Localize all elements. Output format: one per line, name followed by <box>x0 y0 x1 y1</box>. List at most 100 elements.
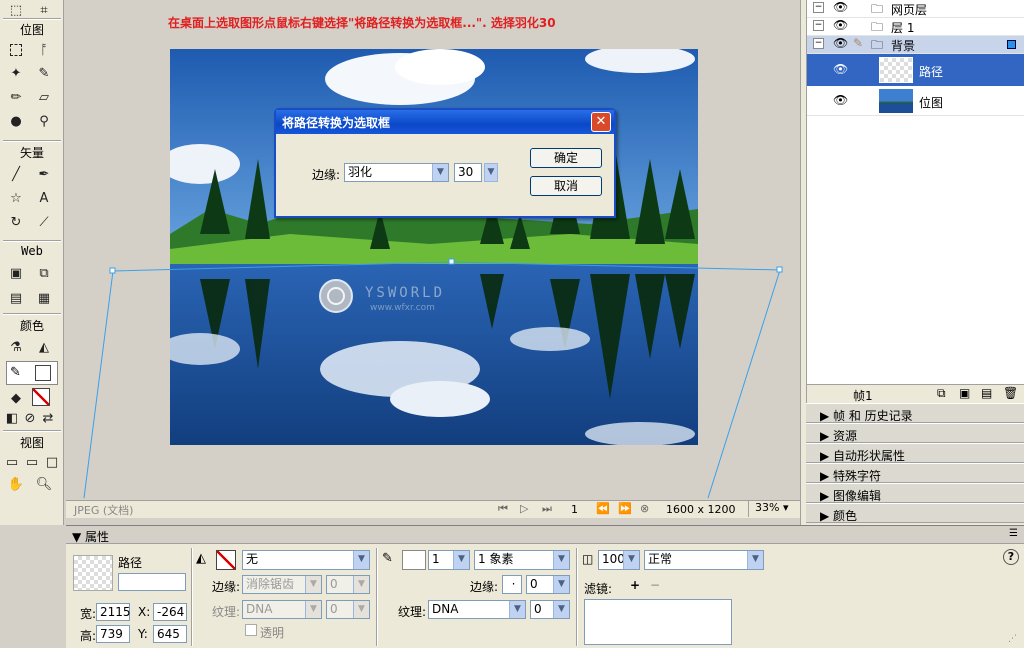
fill-color-swatch[interactable] <box>216 550 236 570</box>
rubber-stamp-icon[interactable]: ⚲ <box>34 111 54 131</box>
panel-special-chars[interactable]: ▶ 特殊字符 <box>806 463 1024 483</box>
edge-select[interactable]: 羽化 ▼ <box>344 163 449 182</box>
cancel-button[interactable]: 取消 <box>530 176 602 196</box>
opacity-input[interactable]: 100 ▼ <box>598 550 640 570</box>
collapse-icon[interactable]: − <box>813 20 824 31</box>
full-menu-mode-icon[interactable]: ▭ <box>22 452 42 472</box>
knife-tool-icon[interactable]: ⟋ <box>34 212 54 232</box>
crop-tool-icon[interactable]: ⌗ <box>34 0 54 20</box>
fill-none-swatch[interactable] <box>32 388 50 406</box>
brush-tool-icon[interactable]: ✎ <box>34 63 54 83</box>
eye-icon[interactable]: 👁︎ <box>833 62 848 76</box>
paint-bucket-icon[interactable]: ◭ <box>34 337 54 357</box>
panel-image-edit[interactable]: ▶ 图像编辑 <box>806 483 1024 503</box>
new-layer-icon[interactable]: ▣ <box>959 386 970 400</box>
ok-button[interactable]: 确定 <box>530 148 602 168</box>
expand-arrow-icon: ▶ <box>820 489 834 503</box>
stroke-color-swatch[interactable] <box>402 550 426 570</box>
fill-texture-amount[interactable]: 0 ▼ <box>326 600 370 619</box>
edit-pencil-icon[interactable]: ✎ <box>853 36 863 50</box>
panel-color[interactable]: ▶ 颜色 <box>806 503 1024 523</box>
fill-edge-select[interactable]: 消除锯齿 ▼ <box>242 575 322 594</box>
zoom-select[interactable]: 33% ▾ <box>748 501 796 517</box>
panel-options-icon[interactable]: ☰ <box>1009 528 1018 539</box>
dialog-close-icon[interactable]: ✕ <box>591 112 611 132</box>
fill-type-select[interactable]: 无 ▼ <box>242 550 370 570</box>
next-frame-icon[interactable]: ⏩ <box>618 502 632 515</box>
freeform-tool-icon[interactable]: ↻ <box>6 212 26 232</box>
new-sublayer-icon[interactable]: ⧉ <box>937 386 946 401</box>
stroke-type-select[interactable]: 1 象素 ▼ <box>474 550 570 570</box>
feather-amount-input[interactable]: 30 <box>454 163 482 182</box>
subselect-tool-icon[interactable]: ⬚ <box>6 0 26 20</box>
blend-mode-select[interactable]: 正常 ▼ <box>644 550 764 570</box>
collapse-icon[interactable]: − <box>813 2 824 13</box>
feather-amount-chevron-icon[interactable]: ▼ <box>484 163 498 182</box>
add-filter-icon[interactable]: + <box>630 578 640 592</box>
fill-bucket-icon[interactable]: ◆ <box>6 388 26 408</box>
star-shape-icon[interactable]: ☆ <box>6 188 26 208</box>
trash-icon[interactable]: 🗑︎ <box>1003 386 1018 400</box>
eye-icon[interactable]: 👁︎ <box>833 0 848 14</box>
panel-autoshape[interactable]: ▶ 自动形状属性 <box>806 443 1024 463</box>
properties-header[interactable]: ▼ 属性 <box>66 526 1024 544</box>
width-input[interactable]: 2115 <box>96 603 131 621</box>
stroke-color-box[interactable] <box>35 365 51 381</box>
hide-slices-icon[interactable]: ▤ <box>6 288 26 308</box>
no-color-icon[interactable]: ⊘ <box>22 408 38 428</box>
object-row-bitmap[interactable]: 👁︎ 位图 <box>807 86 1024 116</box>
play-icon[interactable]: ▷ <box>520 502 528 515</box>
object-row-path[interactable]: 👁︎ 路径 <box>807 54 1024 86</box>
full-screen-mode-icon[interactable]: □ <box>42 452 62 472</box>
object-name-input[interactable] <box>118 573 186 591</box>
stroke-edge-slider-button[interactable]: · <box>502 575 522 594</box>
hotspot-tool-icon[interactable]: ▣ <box>6 263 26 283</box>
panel-frames-history[interactable]: ▶ 帧 和 历史记录 <box>806 403 1024 423</box>
line-tool-icon[interactable]: ╱ <box>6 164 26 184</box>
stop-icon[interactable]: ⊗ <box>640 502 649 515</box>
layer-row-1[interactable]: − 👁︎ 🗀 层 1 <box>807 18 1024 36</box>
pencil-tool-icon[interactable]: ✏ <box>6 87 26 107</box>
new-bitmap-icon[interactable]: ▤ <box>981 386 992 400</box>
standard-mode-icon[interactable]: ▭ <box>2 452 22 472</box>
stroke-texture-select[interactable]: DNA ▼ <box>428 600 526 619</box>
stroke-fill-swatch[interactable]: ✎ <box>6 361 58 385</box>
default-colors-icon[interactable]: ◧ <box>4 408 20 428</box>
resize-grip-icon[interactable]: ⋰ <box>1008 634 1017 644</box>
layer-row-background[interactable]: − 👁︎ ✎ 🗀 背景 <box>807 36 1024 54</box>
stroke-edge-amount[interactable]: 0 ▼ <box>526 575 570 594</box>
collapse-icon[interactable]: − <box>813 38 824 49</box>
zoom-tool-icon[interactable]: 🔍︎ <box>34 474 54 494</box>
help-icon[interactable]: ? <box>1003 549 1019 565</box>
marquee-tool-icon[interactable] <box>6 40 26 60</box>
stroke-size-input[interactable]: 1 ▼ <box>428 550 470 570</box>
height-input[interactable]: 739 <box>96 625 130 643</box>
eyedropper-icon[interactable]: ⚗ <box>6 337 26 357</box>
layer-row-web[interactable]: − 👁︎ 🗀 网页层 <box>807 0 1024 18</box>
eye-icon[interactable]: 👁︎ <box>833 36 848 50</box>
eye-icon[interactable]: 👁︎ <box>833 93 848 107</box>
last-frame-icon[interactable]: ⏭ <box>542 502 552 516</box>
pen-tool-icon[interactable]: ✒ <box>34 164 54 184</box>
prev-frame-icon[interactable]: ⏪ <box>596 502 610 515</box>
transparent-checkbox[interactable] <box>245 624 257 636</box>
y-input[interactable]: 645 <box>153 625 187 643</box>
eraser-tool-icon[interactable]: ▱ <box>34 87 54 107</box>
slice-tool-icon[interactable]: ⧉ <box>34 263 54 283</box>
text-tool-icon[interactable]: A <box>34 188 54 208</box>
remove-filter-icon[interactable]: − <box>650 578 660 592</box>
hand-tool-icon[interactable]: ✋ <box>6 474 26 494</box>
filters-list[interactable] <box>584 599 732 645</box>
eye-icon[interactable]: 👁︎ <box>833 18 848 32</box>
panel-assets[interactable]: ▶ 资源 <box>806 423 1024 443</box>
x-input[interactable]: -264 <box>153 603 187 621</box>
blur-tool-icon[interactable]: ● <box>6 111 26 131</box>
fill-texture-select[interactable]: DNA ▼ <box>242 600 322 619</box>
swap-colors-icon[interactable]: ⇄ <box>40 408 56 428</box>
lasso-tool-icon[interactable]: ᚩ <box>34 40 54 60</box>
fill-edge-amount[interactable]: 0 ▼ <box>326 575 370 594</box>
first-frame-icon[interactable]: ⏮ <box>498 502 508 516</box>
show-slices-icon[interactable]: ▦ <box>34 288 54 308</box>
magic-wand-icon[interactable]: ✦ <box>6 63 26 83</box>
stroke-texture-amount[interactable]: 0 ▼ <box>530 600 570 619</box>
